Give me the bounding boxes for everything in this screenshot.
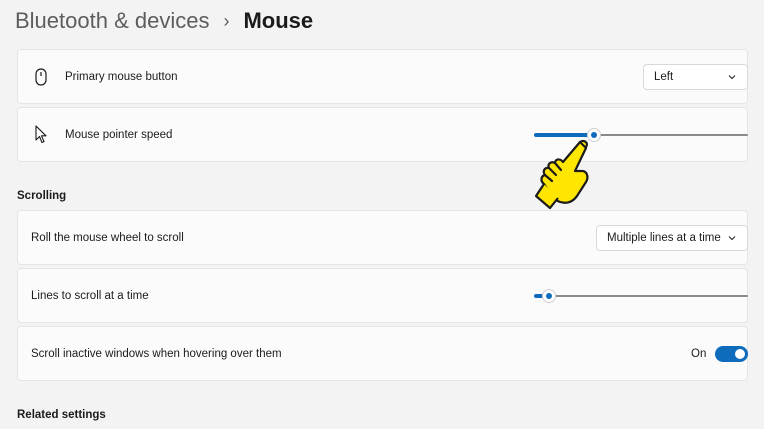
hand-pointer-icon (534, 139, 589, 210)
mouse-settings-page: Bluetooth & devices › Mouse Primary mous… (0, 0, 764, 429)
primary-mouse-button-card: Primary mouse button Left (17, 49, 748, 104)
slider-track (534, 295, 748, 297)
breadcrumb-parent-link[interactable]: Bluetooth & devices (15, 8, 209, 34)
lines-to-scroll-label: Lines to scroll at a time (31, 290, 149, 302)
breadcrumb: Bluetooth & devices › Mouse (15, 4, 313, 38)
primary-mouse-button-dropdown[interactable]: Left (643, 64, 748, 90)
lines-to-scroll-slider[interactable] (534, 289, 748, 303)
scroll-inactive-toggle[interactable] (715, 346, 748, 362)
slider-thumb[interactable] (541, 289, 556, 303)
wheel-scroll-dropdown[interactable]: Multiple lines at a time (596, 225, 748, 251)
wheel-scroll-card: Roll the mouse wheel to scroll Multiple … (17, 210, 748, 265)
related-settings-heading: Related settings (17, 409, 106, 421)
pointer-speed-label: Mouse pointer speed (65, 129, 173, 141)
toggle-knob (735, 349, 745, 359)
breadcrumb-separator: › (223, 10, 230, 31)
primary-mouse-button-value: Left (654, 71, 674, 83)
scroll-inactive-label: Scroll inactive windows when hovering ov… (31, 348, 282, 360)
scrolling-heading: Scrolling (17, 190, 67, 202)
page-title: Mouse (243, 8, 314, 33)
chevron-down-icon (728, 236, 736, 241)
lines-to-scroll-card: Lines to scroll at a time (17, 268, 748, 323)
wheel-scroll-label: Roll the mouse wheel to scroll (31, 232, 184, 244)
pointer-arrow-icon (35, 125, 47, 144)
scroll-inactive-card: Scroll inactive windows when hovering ov… (17, 326, 748, 381)
chevron-down-icon (728, 75, 736, 80)
wheel-scroll-value: Multiple lines at a time (607, 232, 721, 244)
mouse-icon (35, 68, 47, 86)
pointer-speed-card: Mouse pointer speed (17, 107, 748, 162)
toggle-state-text: On (691, 348, 707, 360)
primary-mouse-button-label: Primary mouse button (65, 71, 178, 83)
